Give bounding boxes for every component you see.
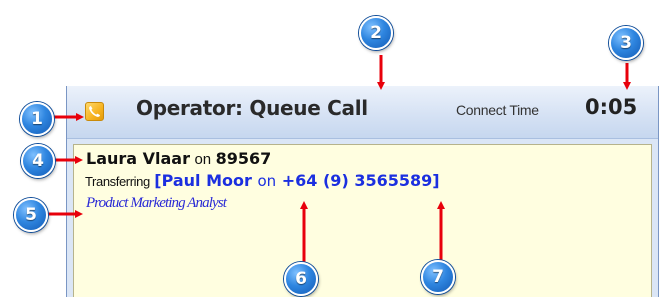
transfer-target-on-word: on	[257, 172, 277, 190]
caller-line: Laura Vlaar on 89567	[86, 149, 271, 169]
transfer-target-name: Paul Moor	[161, 171, 252, 190]
phone-icon[interactable]	[85, 102, 104, 121]
callout-badge-3: 3	[609, 26, 643, 60]
panel-title: Operator: Queue Call	[136, 96, 368, 120]
transfer-bracket-close: ]	[432, 171, 440, 190]
callout-badge-7: 7	[421, 260, 455, 294]
caller-on-word: on	[194, 151, 212, 168]
transfer-bracket-open: [	[154, 171, 162, 190]
transfer-status: Transferring	[85, 174, 150, 189]
transfer-line: Transferring [Paul Moor on +64 (9) 35655…	[85, 171, 440, 191]
callout-badge-1: 1	[20, 102, 54, 136]
screenshot-stage: Operator: Queue Call Connect Time 0:05 L…	[0, 0, 670, 297]
caller-extension: 89567	[215, 149, 272, 168]
connect-time-value: 0:05	[585, 95, 638, 119]
callout-badge-5: 5	[14, 198, 48, 232]
transfer-target[interactable]: [Paul Moor on +64 (9) 3565589]	[154, 171, 439, 190]
transfer-target-number: +64 (9) 3565589	[281, 171, 433, 190]
callout-badge-4: 4	[21, 144, 55, 178]
caller-title: Product Marketing Analyst	[86, 195, 227, 211]
caller-name: Laura Vlaar	[86, 149, 190, 168]
connect-time-label: Connect Time	[456, 102, 539, 118]
callout-badge-6: 6	[284, 262, 318, 296]
call-details: Laura Vlaar on 89567 Transferring [Paul …	[73, 144, 652, 297]
queue-call-panel: Operator: Queue Call Connect Time 0:05 L…	[66, 86, 659, 297]
panel-header: Operator: Queue Call Connect Time 0:05	[67, 86, 658, 139]
callout-badge-2: 2	[359, 16, 393, 50]
